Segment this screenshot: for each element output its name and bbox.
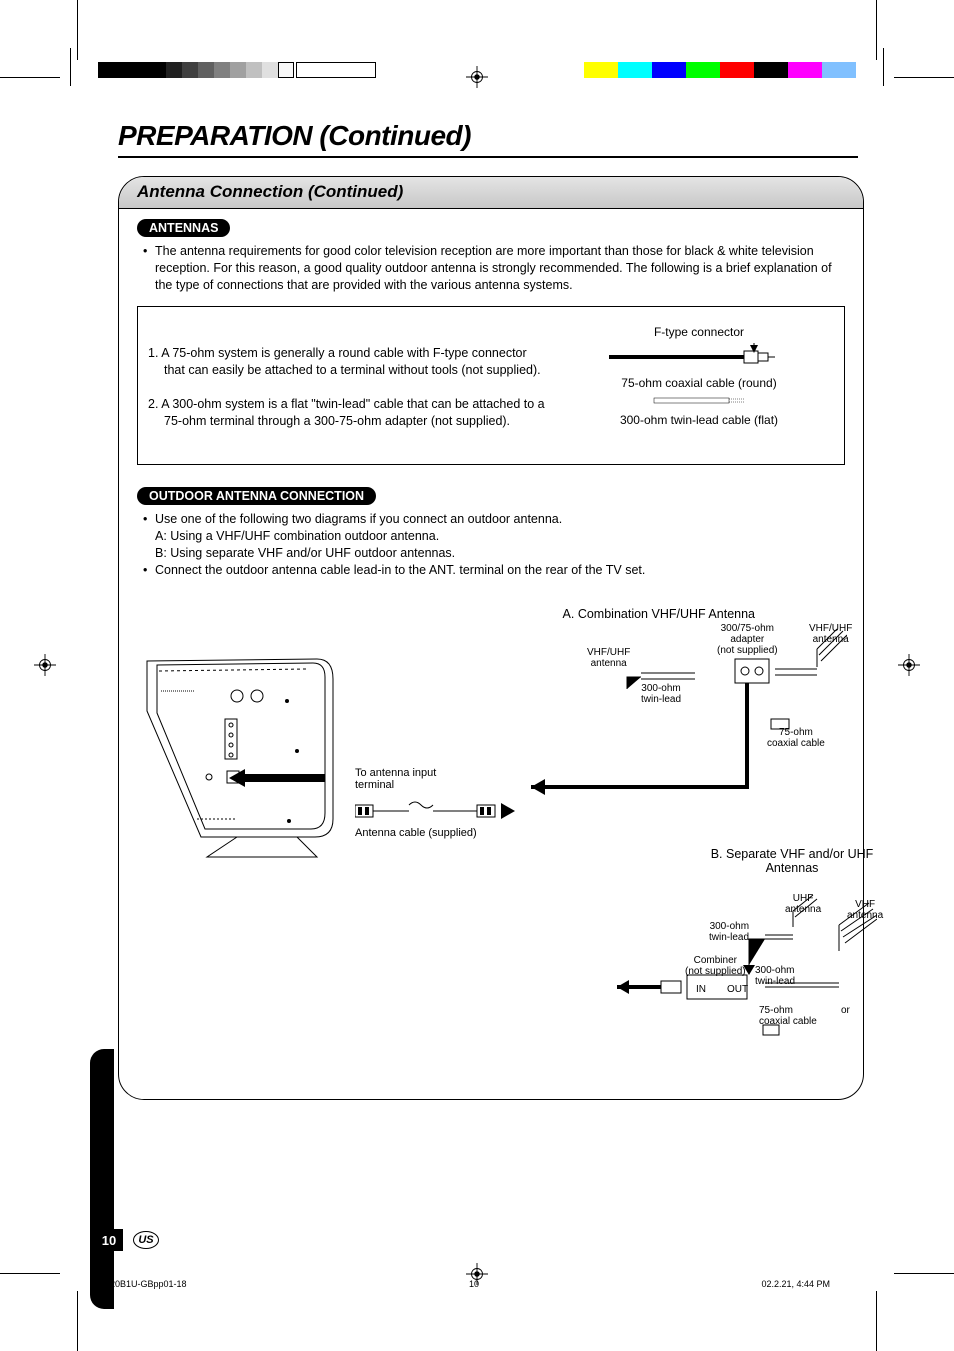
imprint-row: 20B1U-GBpp01-18 10 02.2.21, 4:44 PM xyxy=(110,1279,830,1289)
coax-round-label: 75-ohm coaxial cable (round) xyxy=(564,376,834,390)
to-input-label: To antenna input terminal xyxy=(355,767,475,791)
antennas-text: The antenna requirements for good color … xyxy=(155,243,845,294)
cable-types-box: 1. A 75-ohm system is generally a round … xyxy=(137,306,845,466)
twin-lead-label-b1: 300-ohm twin-lead xyxy=(709,921,749,943)
outdoor-text-1a: A: Using a VHF/UHF combination outdoor a… xyxy=(155,528,845,545)
outdoor-text-1b: B: Using separate VHF and/or UHF outdoor… xyxy=(155,545,845,562)
twin-lead-label-b2: 300-ohm twin-lead xyxy=(755,965,795,987)
antennas-pill: ANTENNAS xyxy=(137,219,230,237)
diagram-a-icon xyxy=(527,619,847,799)
combiner-label: Combiner (not supplied) xyxy=(685,955,746,977)
section-header: Antenna Connection (Continued) xyxy=(119,177,863,209)
imprint-date: 02.2.21, 4:44 PM xyxy=(761,1279,830,1289)
out-label: OUT xyxy=(727,984,748,995)
coax-label-b: 75-ohm coaxial cable xyxy=(759,1005,817,1027)
supplied-cable-icon xyxy=(355,799,515,823)
in-label: IN xyxy=(696,984,706,995)
coaxial-cable-icon xyxy=(599,339,799,369)
registration-mark-icon xyxy=(34,654,56,676)
region-icon: US xyxy=(133,1231,159,1249)
vhf-ant-label: VHF antenna xyxy=(847,899,883,921)
outdoor-pill: OUTDOOR ANTENNA CONNECTION xyxy=(137,487,376,505)
list-item: 1. A 75-ohm system is generally a round … xyxy=(148,345,550,379)
tv-rear-icon xyxy=(137,651,342,861)
imprint-file: 20B1U-GBpp01-18 xyxy=(110,1279,187,1289)
title-rule xyxy=(118,156,858,158)
outdoor-bullet-2: • Connect the outdoor antenna cable lead… xyxy=(143,562,845,579)
adapter-label: 300/75-ohm adapter (not supplied) xyxy=(717,623,778,656)
coax-label-a: 75-ohm coaxial cable xyxy=(767,727,825,749)
outdoor-text-2: Connect the outdoor antenna cable lead-i… xyxy=(155,562,845,579)
page-number: 10 xyxy=(95,1229,123,1251)
print-gray-bars xyxy=(98,62,376,78)
registration-mark-icon xyxy=(898,654,920,676)
print-color-bars xyxy=(584,62,856,78)
twin-lead-label-a: 300-ohm twin-lead xyxy=(641,683,681,705)
thumb-tab xyxy=(90,1049,114,1309)
diagram-b-title: B. Separate VHF and/or UHF Antennas xyxy=(707,847,877,875)
uhf-ant-label: UHF antenna xyxy=(785,893,821,915)
diagram-b-icon xyxy=(617,895,877,1055)
list-item: 2. A 300-ohm system is a flat "twin-lead… xyxy=(148,396,550,430)
imprint-page: 10 xyxy=(469,1279,479,1289)
section-box: Antenna Connection (Continued) ANTENNAS … xyxy=(118,176,864,1100)
page-title: PREPARATION (Continued) xyxy=(118,120,858,152)
outdoor-text-1: Use one of the following two diagrams if… xyxy=(155,511,845,528)
twin-lead-label: 300-ohm twin-lead cable (flat) xyxy=(564,413,834,427)
f-connector-label: F-type connector xyxy=(564,325,834,339)
vhf-uhf-ant-label-left: VHF/UHF antenna xyxy=(587,647,630,669)
outdoor-bullet-1: • Use one of the following two diagrams … xyxy=(143,511,845,562)
vhf-uhf-ant-label-right: VHF/UHF antenna xyxy=(809,623,852,645)
or-label: or xyxy=(841,1005,850,1016)
cable-supplied-label: Antenna cable (supplied) xyxy=(355,827,477,839)
antennas-bullet: • The antenna requirements for good colo… xyxy=(143,243,845,294)
registration-mark-icon xyxy=(466,66,488,88)
twin-lead-cable-icon xyxy=(604,396,794,406)
